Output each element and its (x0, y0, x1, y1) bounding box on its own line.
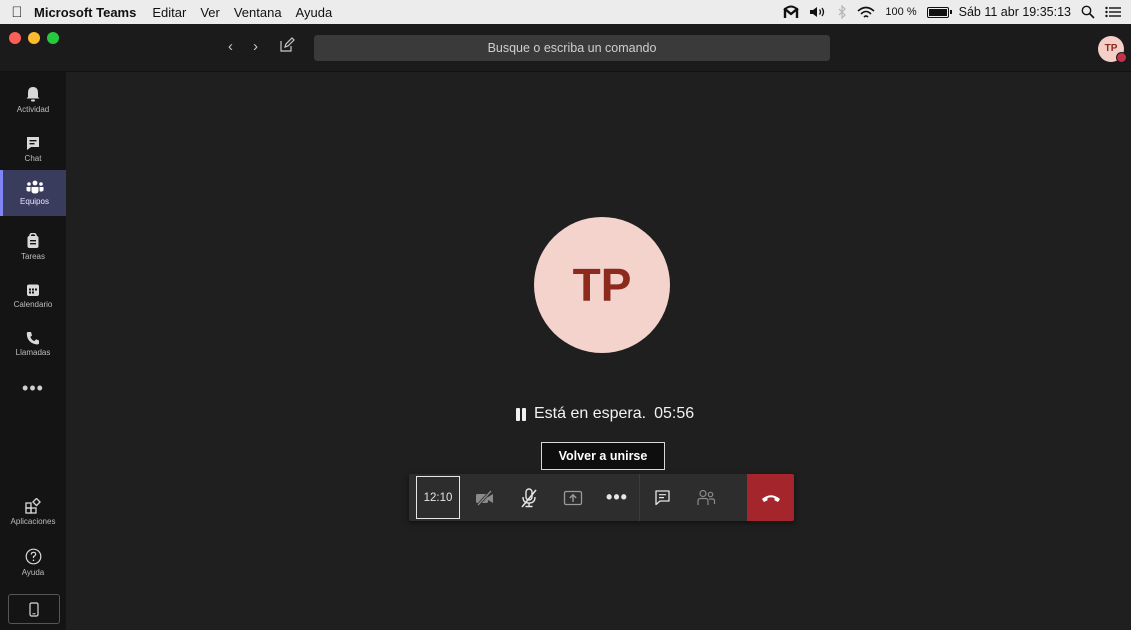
notification-center-icon[interactable] (1105, 6, 1121, 18)
teams-title-bar: ‹ › Busque o escriba un comando TP (0, 24, 1131, 72)
hold-status-text: Está en espera. (534, 405, 647, 422)
call-stage: TP Está en espera. 05:56 Volver a unirse… (66, 72, 1131, 630)
camera-off-icon (476, 489, 493, 506)
show-participants-button[interactable] (684, 474, 728, 521)
more-apps-button[interactable]: ••• (0, 378, 66, 399)
participant-avatar: TP (534, 217, 670, 353)
rail-label: Equipos (20, 197, 49, 206)
battery-icon[interactable] (926, 6, 952, 18)
volume-icon[interactable] (809, 6, 827, 18)
pause-icon (516, 407, 526, 421)
user-avatar[interactable]: TP (1098, 36, 1127, 63)
rejoin-tooltip: Volver a unirse (541, 442, 665, 470)
bluetooth-icon[interactable] (837, 5, 847, 19)
rail-item-tareas[interactable]: Tareas (0, 225, 66, 269)
presence-status-dot (1116, 52, 1127, 63)
back-arrow-icon[interactable]: ‹ (228, 38, 233, 55)
hold-status: Está en espera. 05:56 (516, 403, 694, 425)
menu-status-area: 100 % Sáb 11 abr 19:35:13 (783, 5, 1131, 19)
apple-logo-icon[interactable]:  (0, 4, 34, 21)
window-controls (9, 32, 59, 44)
close-window-button[interactable] (9, 32, 21, 44)
bell-icon (26, 87, 40, 102)
menu-editar[interactable]: Editar (152, 5, 186, 20)
app-bar: Actividad Chat Equipos Tareas Calendario (0, 72, 66, 630)
mute-toggle-button[interactable] (507, 474, 551, 521)
zoom-window-button[interactable] (47, 32, 59, 44)
mobile-device-icon (29, 601, 39, 617)
rail-label: Chat (24, 153, 42, 163)
menu-app-name[interactable]: Microsoft Teams (34, 5, 136, 20)
rail-item-llamadas[interactable]: Llamadas (0, 322, 66, 366)
rail-item-aplicaciones[interactable]: Aplicaciones (0, 490, 66, 534)
show-conversation-button[interactable] (640, 474, 684, 521)
rail-item-ayuda[interactable]: Ayuda (0, 540, 66, 584)
rail-label: Aplicaciones (10, 517, 56, 526)
hold-timer: 05:56 (654, 405, 695, 422)
spotlight-search-icon[interactable] (1081, 5, 1095, 19)
menu-ventana[interactable]: Ventana (234, 5, 282, 20)
rail-label: Tareas (20, 252, 45, 261)
calendar-icon (27, 284, 39, 296)
rail-item-equipos[interactable]: Equipos (0, 170, 66, 216)
rail-item-calendario[interactable]: Calendario (0, 274, 66, 318)
call-duration: 12:10 (416, 476, 460, 519)
hang-up-button[interactable] (747, 474, 794, 521)
chat-icon (27, 136, 39, 150)
malwarebytes-icon[interactable] (783, 5, 800, 19)
call-control-bar: 12:10 ••• (409, 474, 794, 521)
new-chat-compose-icon[interactable] (279, 37, 295, 53)
chat-icon (654, 490, 670, 506)
teams-icon (26, 180, 43, 194)
rail-label: Ayuda (21, 567, 45, 577)
menu-datetime[interactable]: Sáb 11 abr 19:35:13 (959, 5, 1071, 19)
forward-arrow-icon[interactable]: › (253, 38, 258, 55)
wifi-icon[interactable] (857, 6, 875, 19)
share-screen-icon (563, 490, 583, 505)
tasks-icon (27, 233, 39, 248)
rail-label: Llamadas (15, 348, 51, 357)
battery-percent: 100 % (885, 6, 917, 18)
microphone-off-icon (521, 487, 537, 508)
battery-fill (928, 8, 947, 16)
macos-menu-bar:  Microsoft Teams Editar Ver Ventana Ayu… (0, 0, 1131, 24)
minimize-window-button[interactable] (28, 32, 40, 44)
share-screen-button[interactable] (551, 474, 595, 521)
rail-item-chat[interactable]: Chat (0, 127, 66, 171)
rail-label: Actividad (16, 105, 50, 114)
user-avatar-initials: TP (1104, 43, 1118, 54)
help-icon (25, 548, 41, 564)
more-actions-button[interactable]: ••• (595, 474, 639, 521)
menu-ver[interactable]: Ver (200, 5, 220, 20)
menu-ayuda[interactable]: Ayuda (296, 5, 333, 20)
camera-toggle-button[interactable] (463, 474, 507, 521)
command-search-input[interactable]: Busque o escriba un comando (314, 35, 830, 61)
hang-up-phone-icon (761, 494, 780, 502)
rail-label: Calendario (13, 300, 53, 309)
mobile-app-button[interactable] (8, 594, 60, 624)
phone-icon (26, 332, 39, 345)
apps-icon (25, 498, 41, 514)
participants-icon (697, 489, 716, 505)
rail-item-actividad[interactable]: Actividad (0, 78, 66, 122)
